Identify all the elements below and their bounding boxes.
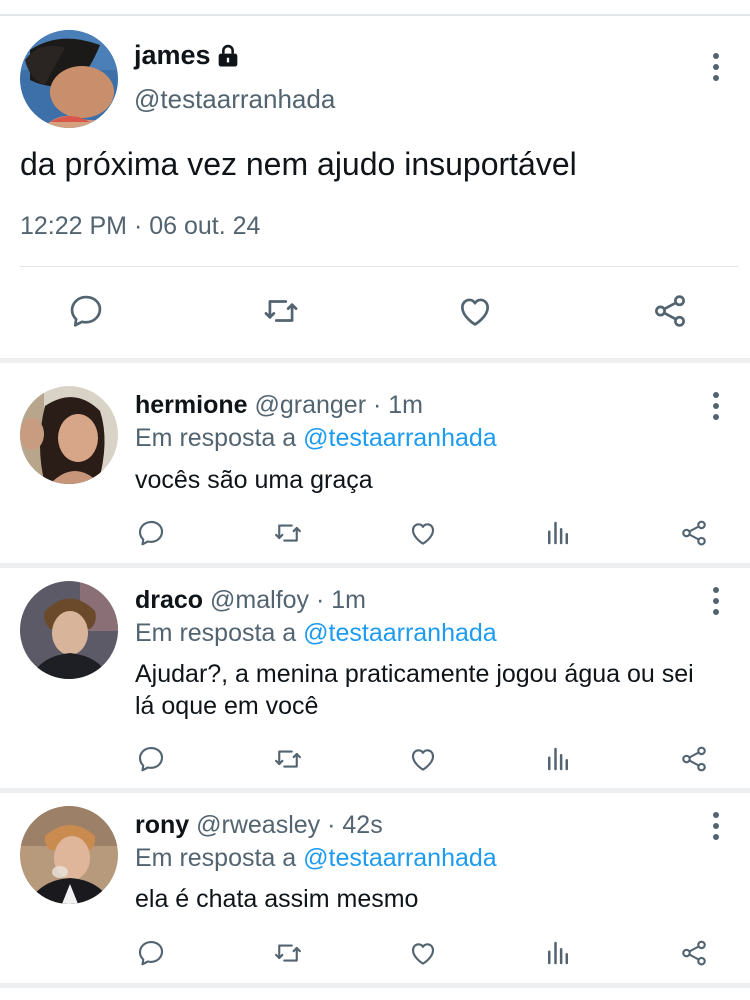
- reply-icon[interactable]: [136, 938, 166, 968]
- retweet-icon[interactable]: [272, 938, 304, 968]
- reply-text: vocês são uma graça: [135, 466, 373, 494]
- section-divider: [0, 983, 750, 988]
- like-icon[interactable]: [408, 518, 438, 548]
- author-name[interactable]: james: [134, 40, 211, 71]
- reply-text: Ajudar?, a menina praticamente jogou águ…: [135, 660, 694, 720]
- retweet-icon[interactable]: [261, 292, 301, 330]
- in-reply-label: Em resposta a: [135, 619, 297, 647]
- lock-icon: [214, 42, 242, 70]
- reply-handle-time: @rweasley · 42s: [196, 811, 383, 839]
- reply-author-name[interactable]: hermione: [135, 391, 248, 419]
- tweet-timestamp: 12:22 PM · 06 out. 24: [20, 212, 261, 240]
- reply-to-mention[interactable]: @testaarranhada: [303, 844, 497, 872]
- analytics-icon[interactable]: [543, 518, 573, 548]
- more-icon[interactable]: [710, 52, 722, 82]
- reply-icon[interactable]: [136, 744, 166, 774]
- share-icon[interactable]: [651, 292, 689, 330]
- reply-handle-time: @malfoy · 1m: [210, 586, 367, 614]
- retweet-icon[interactable]: [272, 518, 304, 548]
- analytics-icon[interactable]: [543, 744, 573, 774]
- share-icon[interactable]: [679, 938, 709, 968]
- reply-handle-time: @granger · 1m: [254, 391, 423, 419]
- reply-author-name[interactable]: rony: [135, 811, 189, 839]
- reply-to-mention[interactable]: @testaarranhada: [303, 619, 497, 647]
- main-tweet: james @testaarranhada da próxima vez nem…: [0, 16, 750, 358]
- like-icon[interactable]: [456, 292, 494, 330]
- avatar[interactable]: [20, 386, 118, 484]
- like-icon[interactable]: [408, 744, 438, 774]
- in-reply-label: Em resposta a: [135, 844, 297, 872]
- more-icon[interactable]: [710, 811, 722, 841]
- more-icon[interactable]: [710, 391, 722, 421]
- reply-to-mention[interactable]: @testaarranhada: [303, 424, 497, 452]
- more-icon[interactable]: [710, 586, 722, 616]
- reply-text: ela é chata assim mesmo: [135, 885, 419, 913]
- analytics-icon[interactable]: [543, 938, 573, 968]
- reply-icon[interactable]: [136, 518, 166, 548]
- avatar[interactable]: [20, 581, 118, 679]
- reply-author-name[interactable]: draco: [135, 586, 203, 614]
- section-divider: [0, 563, 750, 568]
- reply-icon[interactable]: [67, 292, 105, 330]
- tweet-text: da próxima vez nem ajudo insuportável: [20, 146, 577, 182]
- retweet-icon[interactable]: [272, 744, 304, 774]
- avatar[interactable]: [20, 30, 118, 128]
- share-icon[interactable]: [679, 518, 709, 548]
- divider: [20, 266, 738, 267]
- like-icon[interactable]: [408, 938, 438, 968]
- section-divider: [0, 788, 750, 793]
- author-handle[interactable]: @testaarranhada: [134, 84, 335, 115]
- in-reply-label: Em resposta a: [135, 424, 297, 452]
- avatar[interactable]: [20, 806, 118, 904]
- section-divider: [0, 358, 750, 363]
- share-icon[interactable]: [679, 744, 709, 774]
